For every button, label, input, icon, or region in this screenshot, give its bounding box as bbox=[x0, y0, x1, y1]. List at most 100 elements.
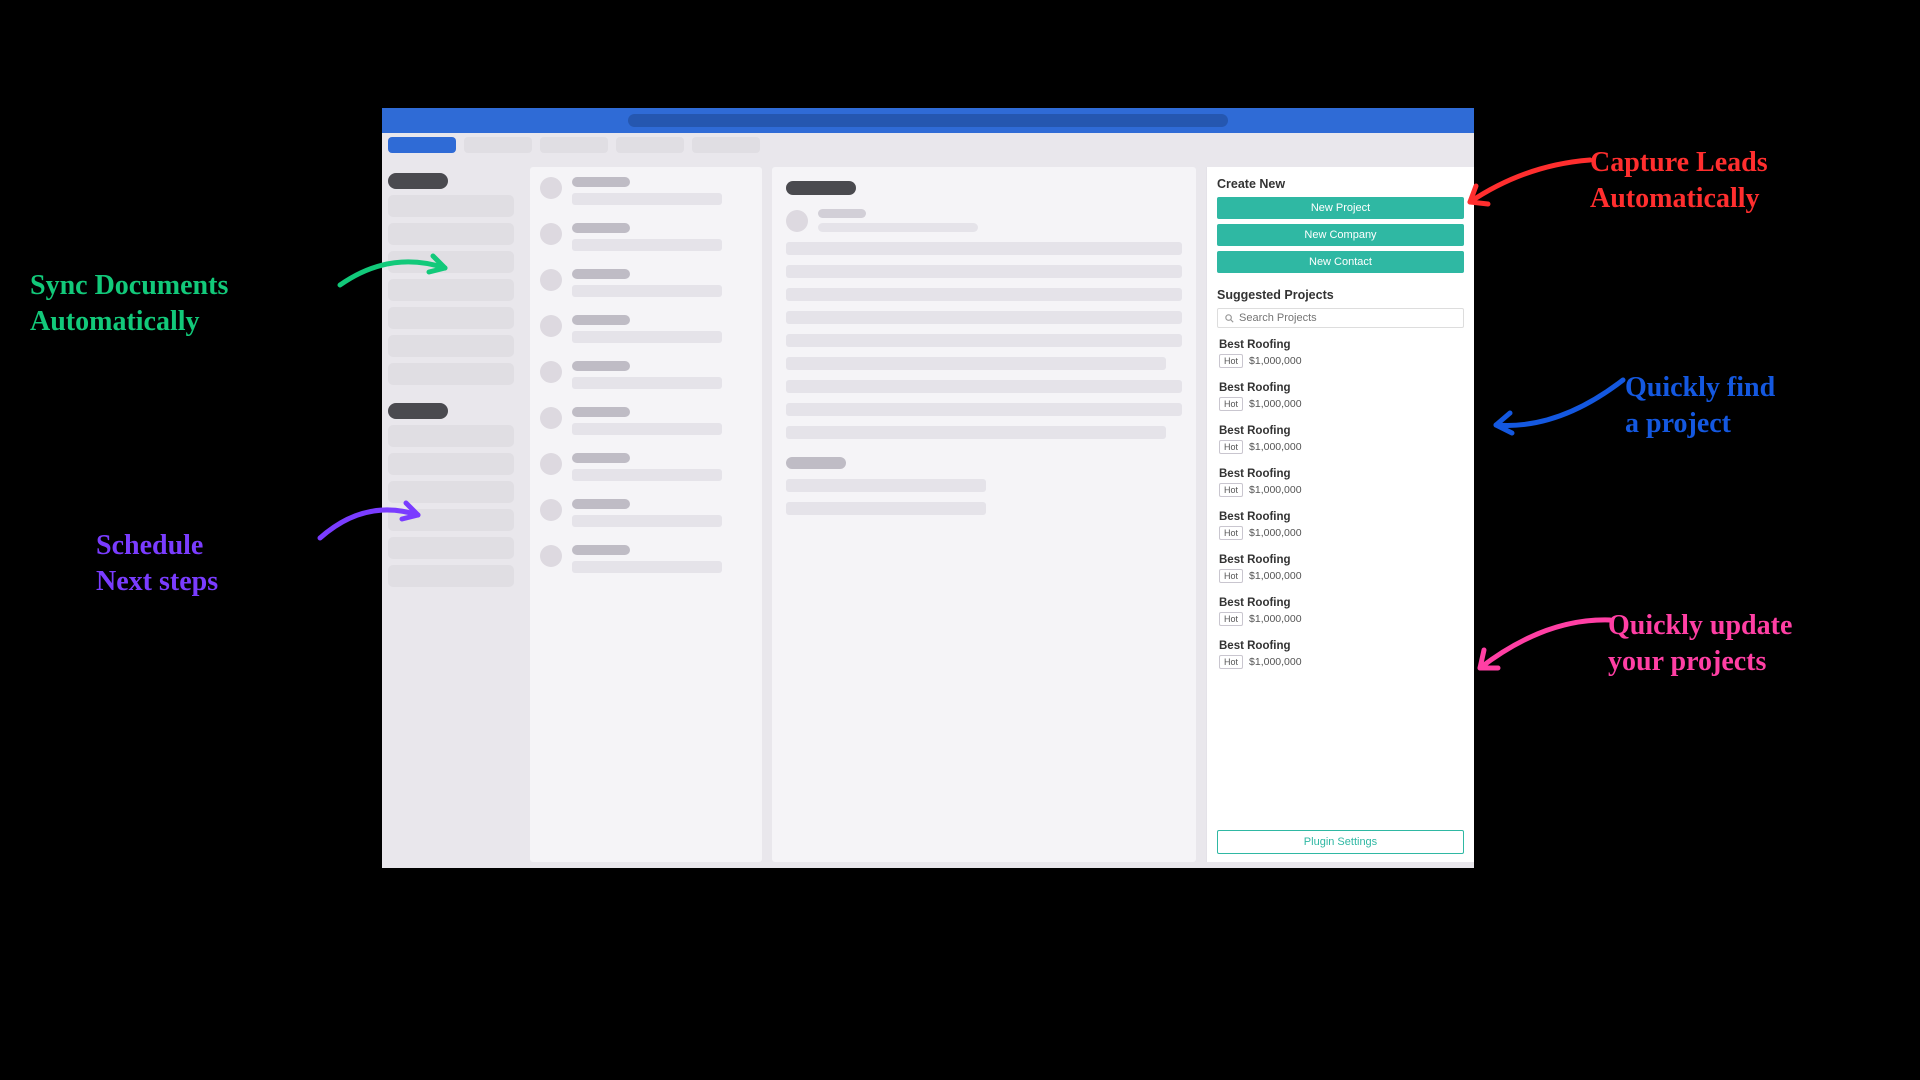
project-row[interactable]: Best Roofing Hot $1,000,000 bbox=[1217, 504, 1464, 547]
sidebar-section-heading bbox=[388, 173, 448, 189]
annotation-schedule: Schedule Next steps bbox=[96, 528, 218, 601]
project-name: Best Roofing bbox=[1219, 425, 1462, 437]
titlebar-search-placeholder[interactable] bbox=[628, 114, 1228, 127]
project-stage-badge: Hot bbox=[1219, 655, 1243, 669]
project-name: Best Roofing bbox=[1219, 640, 1462, 652]
list-item[interactable] bbox=[540, 177, 752, 205]
project-row[interactable]: Best Roofing Hot $1,000,000 bbox=[1217, 418, 1464, 461]
arrow-icon bbox=[1478, 370, 1633, 445]
ribbon-tabs bbox=[382, 133, 1474, 161]
annotation-update-projects: Quickly update your projects bbox=[1608, 608, 1792, 681]
sidebar-item[interactable] bbox=[388, 425, 514, 447]
body-line bbox=[786, 380, 1182, 393]
ribbon-tab[interactable] bbox=[540, 137, 608, 153]
project-stage-badge: Hot bbox=[1219, 526, 1243, 540]
ribbon-tab[interactable] bbox=[616, 137, 684, 153]
project-amount: $1,000,000 bbox=[1249, 441, 1302, 453]
project-amount: $1,000,000 bbox=[1249, 398, 1302, 410]
arrow-icon bbox=[310, 490, 440, 550]
project-stage-badge: Hot bbox=[1219, 569, 1243, 583]
sidebar-item[interactable] bbox=[388, 307, 514, 329]
suggested-projects-list: Best Roofing Hot $1,000,000 Best Roofing Hot… bbox=[1217, 332, 1464, 826]
project-row[interactable]: Best Roofing Hot $1,000,000 bbox=[1217, 547, 1464, 590]
ribbon-tab[interactable] bbox=[464, 137, 532, 153]
annotation-capture-leads: Capture Leads Automatically bbox=[1590, 145, 1768, 218]
avatar bbox=[540, 499, 562, 521]
project-name: Best Roofing bbox=[1219, 511, 1462, 523]
sidebar-item[interactable] bbox=[388, 195, 514, 217]
create-new-heading: Create New bbox=[1217, 177, 1464, 191]
arrow-icon bbox=[1450, 150, 1600, 220]
window-titlebar bbox=[382, 108, 1474, 133]
new-contact-button[interactable]: New Contact bbox=[1217, 251, 1464, 273]
avatar bbox=[786, 210, 808, 232]
project-amount: $1,000,000 bbox=[1249, 570, 1302, 582]
body-line bbox=[786, 288, 1182, 301]
sidebar-item[interactable] bbox=[388, 335, 514, 357]
app-window: Create New New Project New Company New C… bbox=[382, 108, 1474, 868]
new-project-button[interactable]: New Project bbox=[1217, 197, 1464, 219]
project-amount: $1,000,000 bbox=[1249, 613, 1302, 625]
annotation-sync-docs: Sync Documents Automatically bbox=[30, 268, 228, 341]
avatar bbox=[540, 223, 562, 245]
avatar bbox=[540, 545, 562, 567]
project-name: Best Roofing bbox=[1219, 382, 1462, 394]
body-line bbox=[786, 502, 986, 515]
list-item[interactable] bbox=[540, 545, 752, 573]
sidebar-item[interactable] bbox=[388, 363, 514, 385]
body-line bbox=[786, 426, 1166, 439]
app-body: Create New New Project New Company New C… bbox=[382, 161, 1474, 868]
project-amount: $1,000,000 bbox=[1249, 355, 1302, 367]
message-subject-placeholder bbox=[786, 181, 856, 195]
project-row[interactable]: Best RoofingHot$1,000,000 bbox=[1217, 332, 1464, 375]
section-heading-placeholder bbox=[786, 457, 846, 469]
avatar bbox=[540, 177, 562, 199]
reading-pane bbox=[772, 167, 1196, 862]
list-item[interactable] bbox=[540, 315, 752, 343]
list-item[interactable] bbox=[540, 499, 752, 527]
body-line bbox=[786, 265, 1182, 278]
ribbon-tab-active[interactable] bbox=[388, 137, 456, 153]
project-amount: $1,000,000 bbox=[1249, 656, 1302, 668]
project-stage-badge: Hot bbox=[1219, 483, 1243, 497]
avatar bbox=[540, 407, 562, 429]
message-sender-row bbox=[786, 209, 1182, 232]
avatar bbox=[540, 315, 562, 337]
search-projects-field[interactable] bbox=[1239, 312, 1457, 324]
project-name: Best Roofing bbox=[1219, 554, 1462, 566]
project-amount: $1,000,000 bbox=[1249, 527, 1302, 539]
body-line bbox=[786, 311, 1182, 324]
list-item[interactable] bbox=[540, 407, 752, 435]
avatar bbox=[540, 453, 562, 475]
project-stage-badge: Hot bbox=[1219, 612, 1243, 626]
new-company-button[interactable]: New Company bbox=[1217, 224, 1464, 246]
sidebar-item[interactable] bbox=[388, 565, 514, 587]
avatar bbox=[540, 269, 562, 291]
project-stage-badge: Hot bbox=[1219, 397, 1243, 411]
body-line bbox=[786, 479, 986, 492]
project-row[interactable]: Best RoofingHot$1,000,000 bbox=[1217, 461, 1464, 504]
project-name: Best Roofing bbox=[1219, 339, 1462, 351]
ribbon-tab[interactable] bbox=[692, 137, 760, 153]
body-line bbox=[786, 334, 1182, 347]
list-item[interactable] bbox=[540, 269, 752, 297]
project-amount: $1,000,000 bbox=[1249, 484, 1302, 496]
plugin-panel: Create New New Project New Company New C… bbox=[1206, 167, 1474, 862]
arrow-icon bbox=[1460, 608, 1620, 688]
arrow-icon bbox=[330, 240, 470, 300]
sidebar-section-heading bbox=[388, 403, 448, 419]
sidebar-item[interactable] bbox=[388, 453, 514, 475]
list-item[interactable] bbox=[540, 223, 752, 251]
project-row[interactable]: Best Roofing Hot $1,000,000 bbox=[1217, 590, 1464, 633]
search-projects-input[interactable] bbox=[1217, 308, 1464, 328]
list-item[interactable] bbox=[540, 453, 752, 481]
project-row[interactable]: Best Roofing Hot $1,000,000 bbox=[1217, 633, 1464, 676]
project-stage-badge: Hot bbox=[1219, 440, 1243, 454]
message-list bbox=[530, 167, 762, 862]
plugin-settings-button[interactable]: Plugin Settings bbox=[1217, 830, 1464, 854]
project-row[interactable]: Best Roofing Hot $1,000,000 bbox=[1217, 375, 1464, 418]
list-item[interactable] bbox=[540, 361, 752, 389]
annotation-find-project: Quickly find a project bbox=[1625, 370, 1775, 443]
project-name: Best Roofing bbox=[1219, 597, 1462, 609]
avatar bbox=[540, 361, 562, 383]
